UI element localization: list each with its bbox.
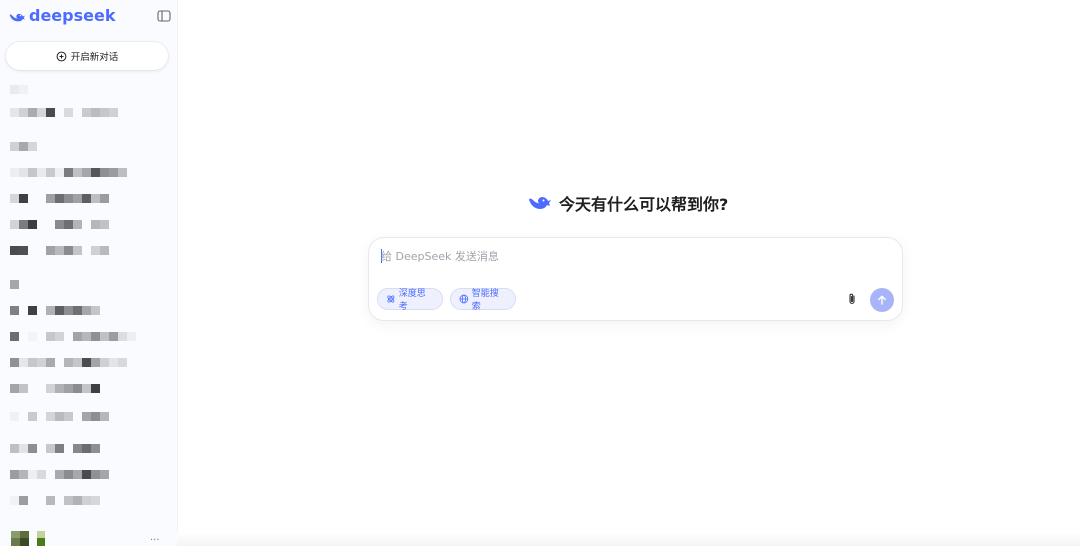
history-item[interactable] [10,444,100,453]
bottom-fade [177,532,1080,546]
avatar-badge [37,531,45,546]
logo-text: deepseek [29,6,116,25]
paperclip-icon[interactable] [845,292,859,306]
history-item[interactable] [10,496,100,505]
deep-think-label: 深度思考 [398,289,426,312]
globe-icon [459,294,469,304]
send-button[interactable] [870,288,894,312]
new-chat-label: 开启新对话 [70,52,119,63]
logo-row: deepseek [8,6,171,29]
history-item[interactable] [10,246,109,255]
history-item[interactable] [10,384,100,393]
welcome-heading: 今天有什么可以帮到你? [528,191,728,215]
message-input[interactable] [381,247,861,265]
more-icon[interactable]: ... [150,532,160,543]
history-item[interactable] [10,332,136,341]
history-item[interactable] [10,412,109,421]
history-item[interactable] [10,85,28,94]
history-item[interactable] [10,108,118,117]
deep-think-button[interactable]: 深度思考 [377,288,443,312]
history-item[interactable] [10,220,109,229]
deepseek-whale-icon [529,197,551,209]
chat-history-list [0,78,177,518]
history-item[interactable] [10,358,127,367]
history-item[interactable] [10,168,127,177]
welcome-text: 今天有什么可以帮到你? [559,195,729,214]
sidebar-toggle-icon[interactable] [157,9,171,23]
new-chat-button[interactable]: 开启新对话 [6,42,168,70]
message-composer: 深度思考 智能搜索 [368,237,903,321]
user-avatar[interactable] [11,531,29,546]
history-item[interactable] [10,194,109,203]
app-window: deepseek 开启新对话 ... 今天有什么可以帮到你? 给 DeepSee… [0,0,1080,546]
history-group-label [10,142,37,151]
arrow-up-icon [878,295,886,305]
sidebar-footer: ... [0,528,177,546]
deepseek-whale-icon [9,13,26,22]
history-group-label [10,280,19,289]
web-search-label: 智能搜索 [471,289,499,312]
atom-icon [387,295,395,303]
plus-circle-icon [56,51,67,61]
history-item[interactable] [10,306,100,315]
history-item[interactable] [10,470,109,479]
sidebar: deepseek 开启新对话 ... [0,0,178,546]
web-search-button[interactable]: 智能搜索 [450,288,516,312]
